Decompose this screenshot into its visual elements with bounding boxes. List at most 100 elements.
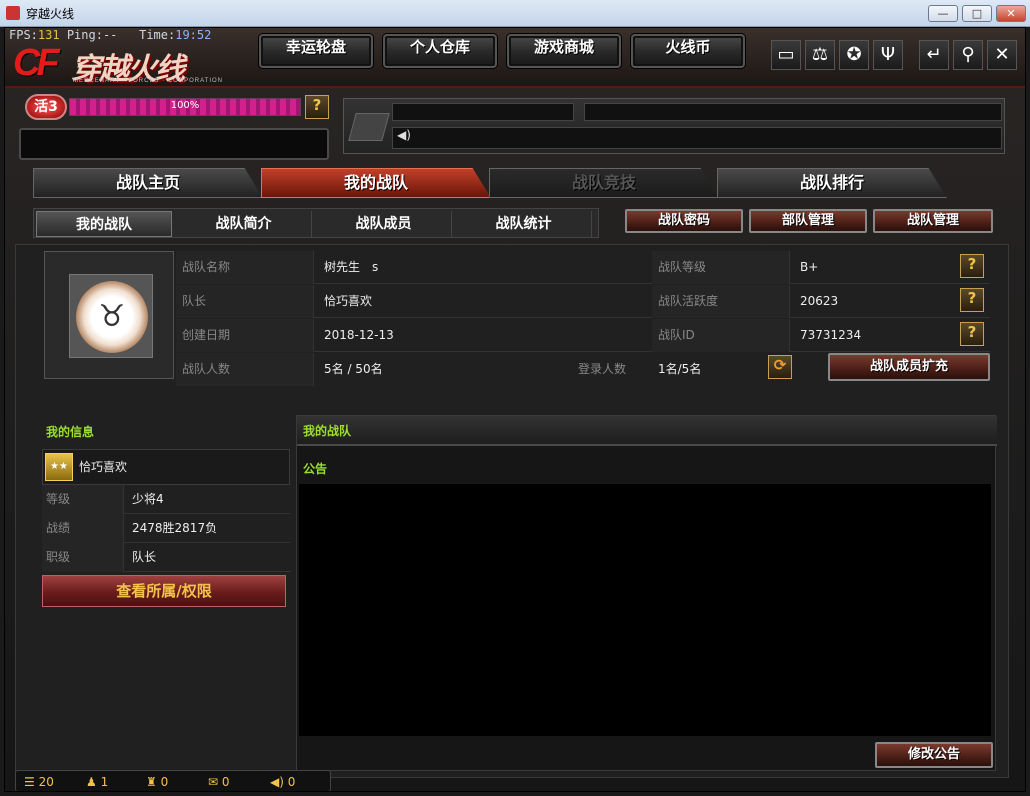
speaker-icon: ◀): [397, 128, 411, 142]
tab-team-home[interactable]: 战队主页: [33, 168, 263, 198]
activity-progress: 100%: [69, 98, 301, 116]
tab-my-team[interactable]: 我的战队: [261, 168, 491, 198]
game-logo: CF 穿越火线 MERCENARY · FORCES · CORPORATION: [13, 42, 243, 87]
badge-icon[interactable]: ✪: [839, 40, 869, 70]
team-id-value: 73731234: [800, 328, 862, 342]
my-info-row: 等级 少将4: [42, 485, 290, 514]
team-info-row: 创建日期 2018-12-13 战队ID 73731234: [176, 319, 990, 352]
unit-manage-button[interactable]: 部队管理: [749, 209, 867, 233]
member-count-label: 战队人数: [176, 353, 314, 386]
window-titlebar: 穿越火线 — □ ✕: [0, 0, 1030, 27]
captain-value: 恰巧喜欢: [324, 294, 373, 308]
id-help-button[interactable]: ?: [960, 322, 984, 346]
team-icon[interactable]: ♜ 0: [146, 773, 168, 791]
gun-icon: [348, 113, 390, 141]
team-activity-label: 战队活跃度: [652, 285, 790, 318]
sub-tabs: 我的战队 战队简介 战队成员 战队统计: [33, 208, 599, 238]
tab-team-competition[interactable]: 战队竞技: [489, 168, 719, 198]
chat-count: 0: [221, 775, 230, 789]
login-count-label: 登录人数: [578, 362, 627, 376]
content-area: ♉ 战队名称 树先生 s 战队等级 B+ 队长 恰巧喜欢 战队活跃度 20623…: [15, 244, 1009, 778]
team-name-value: 树先生 s: [324, 260, 379, 274]
expand-members-button[interactable]: 战队成员扩充: [828, 353, 990, 381]
my-rank-label: 等级: [42, 485, 124, 514]
scale-icon[interactable]: ⚖: [805, 40, 835, 70]
window-close-button[interactable]: ✕: [996, 5, 1026, 22]
back-icon[interactable]: ↵: [919, 40, 949, 70]
my-position-label: 职级: [42, 543, 124, 572]
chat-input[interactable]: [19, 128, 329, 160]
my-position-value: 队长: [132, 550, 157, 564]
tv-icon[interactable]: ▭: [771, 40, 801, 70]
person-icon[interactable]: ♟ 1: [86, 773, 108, 791]
team-manage-button[interactable]: 战队管理: [873, 209, 993, 233]
game-client: FPS:131 Ping:-- Time:19:52 CF 穿越火线 MERCE…: [4, 27, 1026, 792]
team-level-value: B+: [800, 260, 819, 274]
my-name-row: ★★ 恰巧喜欢: [42, 449, 290, 485]
cf-coin-button[interactable]: 火线币: [631, 34, 745, 68]
team-activity-value: 20623: [800, 294, 839, 308]
speaker-count: 0: [287, 775, 296, 789]
edit-notice-button[interactable]: 修改公告: [875, 742, 993, 768]
list-count: 20: [38, 775, 54, 789]
activity-help-button[interactable]: ?: [305, 95, 329, 119]
minimize-button[interactable]: —: [928, 5, 958, 22]
my-team-panel: 我的战队 公告 修改公告: [296, 415, 997, 771]
list-icon[interactable]: ☰ 20: [24, 773, 54, 791]
tab-team-ranking[interactable]: 战队排行: [717, 168, 947, 198]
my-rank-value: 少将4: [132, 492, 164, 506]
subtab-team-intro[interactable]: 战队简介: [176, 211, 312, 237]
wrench-icon[interactable]: ⚲: [953, 40, 983, 70]
team-info-row: 队长 恰巧喜欢 战队活跃度 20623: [176, 285, 990, 318]
my-info-row: 战绩 2478胜2817负: [42, 514, 290, 543]
maximize-button[interactable]: □: [962, 5, 992, 22]
bull-skull-icon: ♉: [98, 299, 126, 334]
speaker-icon[interactable]: ◀) 0: [270, 773, 295, 791]
team-name-label: 战队名称: [176, 251, 314, 284]
personal-storage-button[interactable]: 个人仓库: [383, 34, 497, 68]
team-password-button[interactable]: 战队密码: [625, 209, 743, 233]
my-name: 恰巧喜欢: [79, 460, 128, 474]
main-tabs: 战队主页 我的战队 战队竞技 战队排行: [19, 168, 1019, 200]
media-bar-right: [584, 103, 1002, 121]
login-count-value: 1名/5名: [658, 362, 702, 376]
team-count: 0: [160, 775, 169, 789]
created-date-value: 2018-12-13: [324, 328, 394, 342]
team-level-label: 战队等级: [652, 251, 790, 284]
my-team-title: 我的战队: [303, 424, 352, 438]
trophy-icon[interactable]: Ψ: [873, 40, 903, 70]
close-icon[interactable]: ✕: [987, 40, 1017, 70]
view-permissions-button[interactable]: 查看所属/权限: [42, 575, 286, 607]
my-info-panel: 我的信息 ★★ 恰巧喜欢 等级 少将4 战绩 2478胜2817负 职级 队长 …: [42, 413, 290, 607]
media-bar-left: [392, 103, 574, 121]
refresh-icon[interactable]: ⟳: [768, 355, 792, 379]
person-count: 1: [100, 775, 109, 789]
activity-badge: 活3: [25, 94, 67, 120]
notice-text-area[interactable]: [299, 484, 991, 736]
lucky-wheel-button[interactable]: 幸运轮盘: [259, 34, 373, 68]
top-bar: FPS:131 Ping:-- Time:19:52 CF 穿越火线 MERCE…: [5, 28, 1025, 88]
rank-icon: ★★: [45, 453, 73, 481]
level-help-button[interactable]: ?: [960, 254, 984, 278]
chat-icon[interactable]: ✉ 0: [208, 773, 230, 791]
my-info-title: 我的信息: [46, 425, 95, 439]
logo-sub: MERCENARY · FORCES · CORPORATION: [73, 78, 224, 84]
team-emblem: ♉: [69, 274, 153, 358]
subtab-team-members[interactable]: 战队成员: [316, 211, 452, 237]
my-team-header: 我的战队: [297, 416, 997, 446]
status-bar: ☰ 20 ♟ 1 ♜ 0 ✉ 0 ◀) 0: [15, 770, 331, 791]
captain-label: 队长: [176, 285, 314, 318]
activity-help-icon-button[interactable]: ?: [960, 288, 984, 312]
window-title: 穿越火线: [26, 7, 75, 21]
member-count-value: 5名 / 50名: [324, 362, 383, 376]
perf-readout: FPS:131 Ping:-- Time:19:52: [9, 28, 212, 42]
subtab-my-team[interactable]: 我的战队: [36, 211, 172, 237]
notice-label: 公告: [303, 462, 328, 476]
game-shop-button[interactable]: 游戏商城: [507, 34, 621, 68]
subtab-team-stats[interactable]: 战队统计: [456, 211, 592, 237]
activity-progress-label: 100%: [170, 100, 200, 111]
logo-cf: CF: [13, 42, 60, 84]
team-emblem-frame: ♉: [44, 251, 174, 379]
app-icon: [6, 6, 20, 20]
my-info-row: 职级 队长: [42, 543, 290, 572]
